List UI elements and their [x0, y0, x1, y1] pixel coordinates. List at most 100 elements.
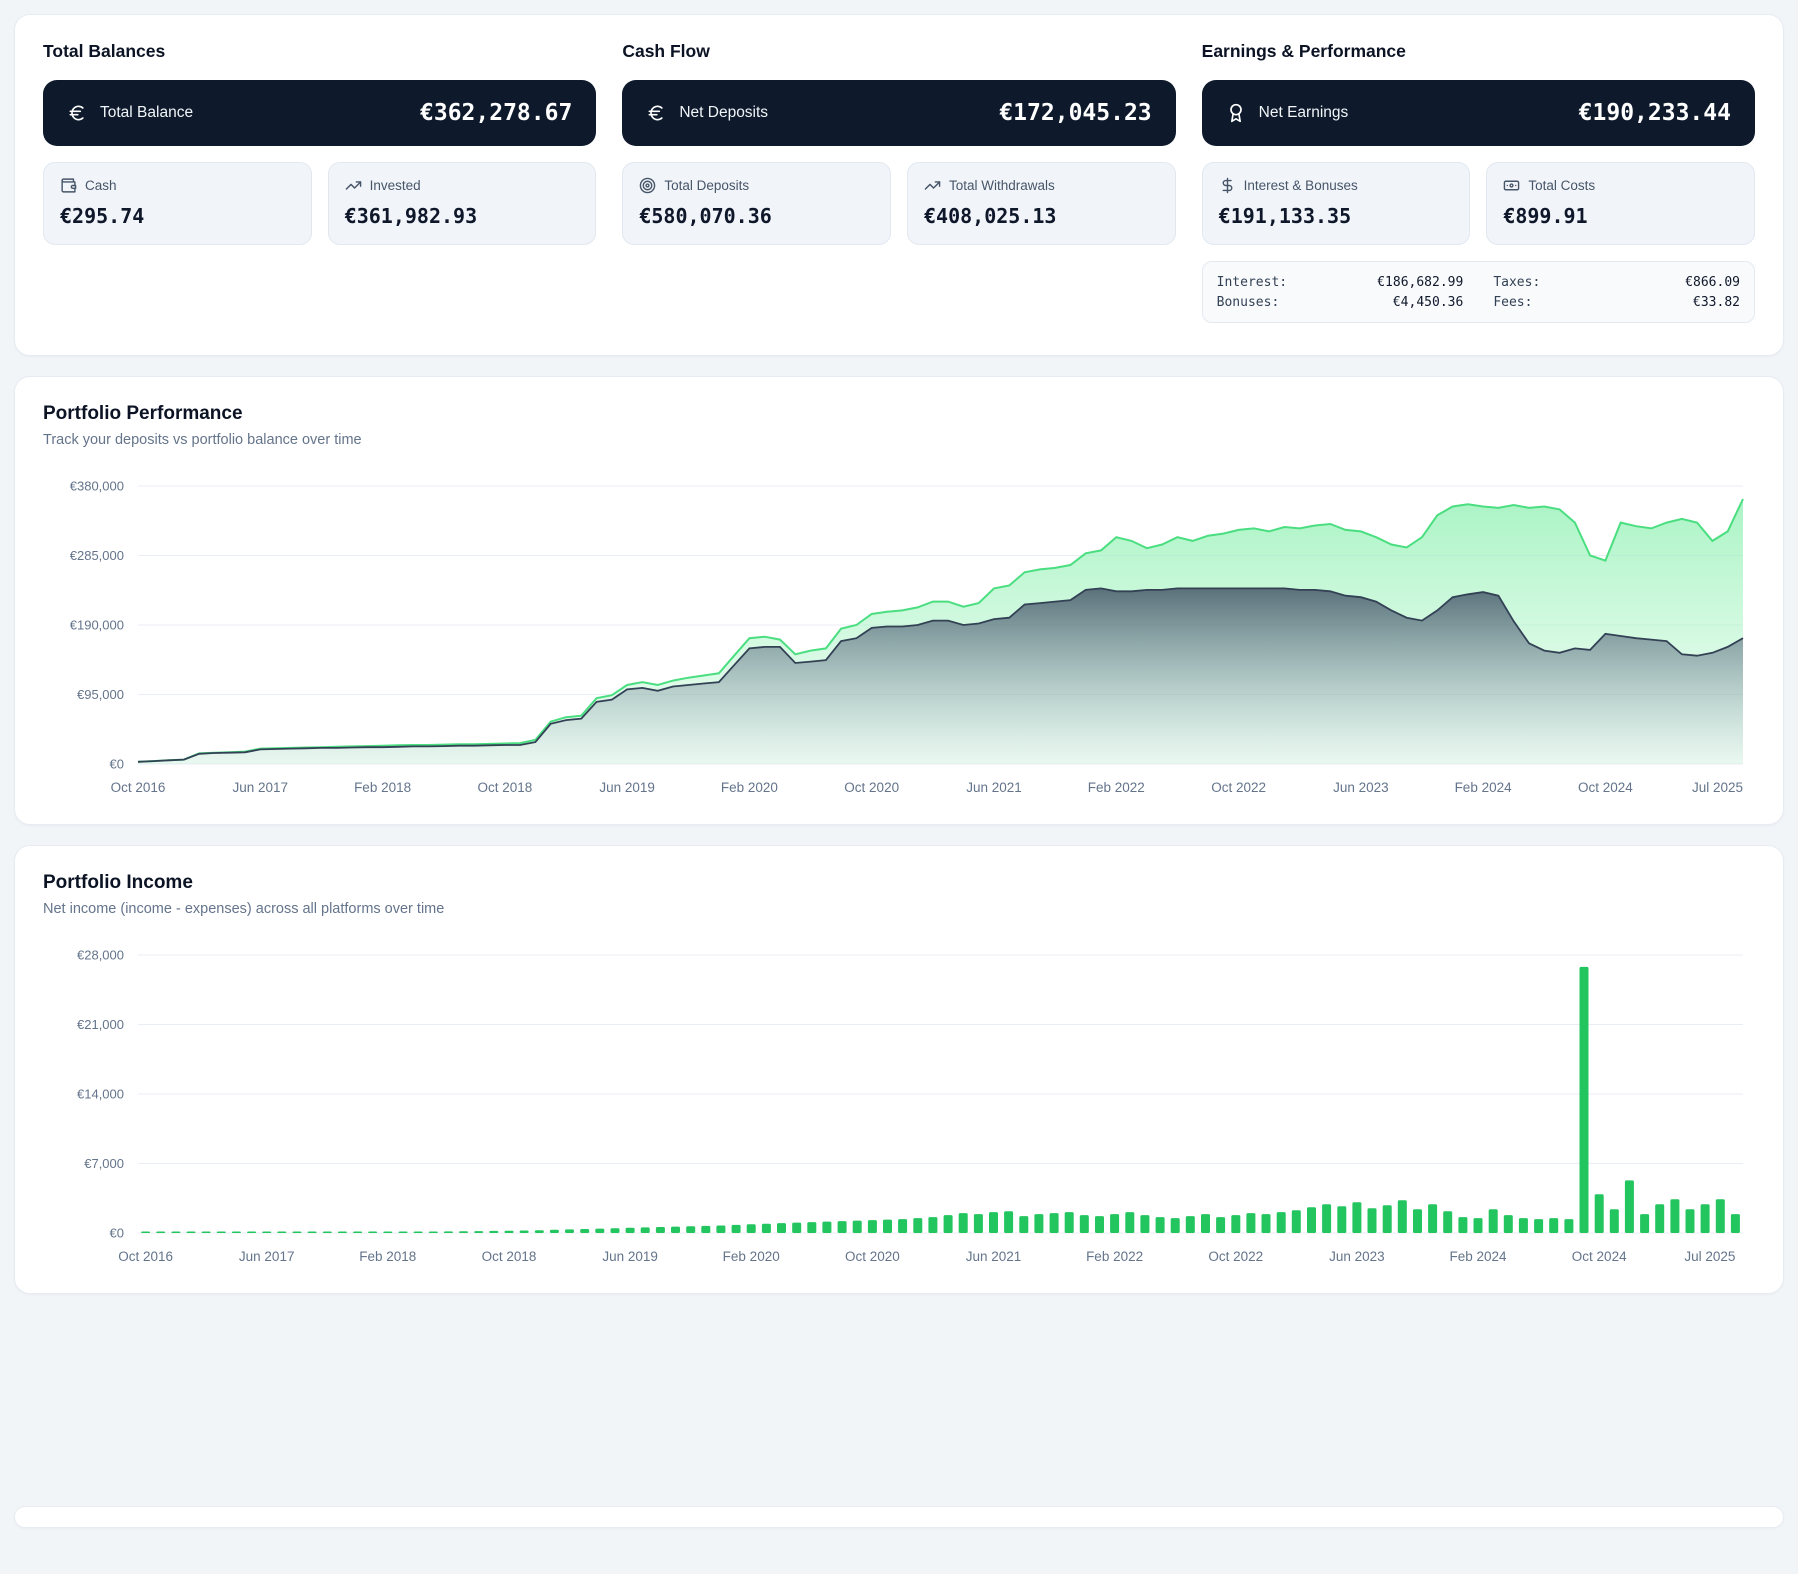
cash-flow-section: Cash Flow Net Deposits €172,045.23 Total… [622, 41, 1175, 323]
trending-up-icon [345, 177, 362, 194]
performance-area-chart: €0 €95,000 €190,000 €285,000 €380,000 Oct 201… [43, 472, 1759, 802]
breakdown-label: Fees: [1493, 295, 1532, 310]
svg-text:Jul 2025: Jul 2025 [1684, 1249, 1735, 1264]
svg-text:Oct 2024: Oct 2024 [1572, 1249, 1627, 1264]
total-balance-stat: Total Balance €362,278.67 [43, 80, 596, 146]
svg-text:Jun 2017: Jun 2017 [233, 780, 289, 795]
total-withdrawals-stat: Total Withdrawals €408,025.13 [907, 162, 1176, 245]
svg-text:€190,000: €190,000 [70, 618, 124, 633]
portfolio-income-card: Portfolio Income Net income (income - ex… [14, 845, 1784, 1294]
stat-value: €191,133.35 [1219, 204, 1454, 228]
net-deposits-stat: Net Deposits €172,045.23 [622, 80, 1175, 146]
svg-text:Feb 2020: Feb 2020 [723, 1249, 780, 1264]
euro-icon [646, 103, 666, 123]
svg-text:Feb 2024: Feb 2024 [1449, 1249, 1507, 1264]
svg-text:€95,000: €95,000 [77, 687, 124, 702]
svg-text:Feb 2018: Feb 2018 [359, 1249, 416, 1264]
svg-text:€21,000: €21,000 [77, 1017, 124, 1032]
svg-text:€0: €0 [110, 1226, 124, 1241]
svg-text:Jun 2017: Jun 2017 [239, 1249, 295, 1264]
income-bar-chart: €0 €7,000 €14,000 €21,000 €28,000 Oct 2016 Jun… [43, 941, 1759, 1271]
invested-stat: Invested €361,982.93 [328, 162, 597, 245]
portfolio-performance-card: Portfolio Performance Track your deposit… [14, 376, 1784, 825]
chart-subtitle: Track your deposits vs portfolio balance… [43, 432, 1755, 448]
breakdown-row-bonuses: Bonuses: €4,450.36 [1217, 292, 1464, 312]
breakdown-column-left: Interest: €186,682.99 Bonuses: €4,450.36 [1217, 272, 1464, 312]
breakdown-value: €4,450.36 [1393, 295, 1463, 310]
earnings-breakdown: Interest: €186,682.99 Bonuses: €4,450.36… [1202, 261, 1755, 323]
svg-text:€7,000: €7,000 [84, 1156, 124, 1171]
summary-card: Total Balances Total Balance €362,278.67… [14, 14, 1784, 356]
earnings-subcards: Interest & Bonuses €191,133.35 Total Cos… [1202, 162, 1755, 245]
section-title-earnings: Earnings & Performance [1202, 41, 1755, 62]
svg-text:Oct 2022: Oct 2022 [1211, 780, 1266, 795]
svg-text:Jun 2021: Jun 2021 [966, 780, 1022, 795]
svg-text:Jun 2019: Jun 2019 [602, 1249, 658, 1264]
svg-text:Feb 2020: Feb 2020 [721, 780, 778, 795]
breakdown-value: €866.09 [1685, 275, 1740, 290]
stat-label: Net Deposits [679, 104, 768, 122]
total-deposits-stat: Total Deposits €580,070.36 [622, 162, 891, 245]
svg-text:Feb 2024: Feb 2024 [1455, 780, 1513, 795]
svg-text:Feb 2018: Feb 2018 [354, 780, 411, 795]
earnings-performance-section: Earnings & Performance Net Earnings €190… [1202, 41, 1755, 323]
svg-text:€28,000: €28,000 [77, 948, 124, 963]
svg-text:Jun 2023: Jun 2023 [1329, 1249, 1385, 1264]
breakdown-row-taxes: Taxes: €866.09 [1493, 272, 1740, 292]
chart-title: Portfolio Performance [43, 403, 1755, 425]
banknote-icon [1503, 177, 1520, 194]
net-earnings-stat: Net Earnings €190,233.44 [1202, 80, 1755, 146]
svg-text:Jul 2025: Jul 2025 [1692, 780, 1743, 795]
svg-text:Oct 2024: Oct 2024 [1578, 780, 1633, 795]
stat-value: €408,025.13 [924, 204, 1159, 228]
breakdown-label: Interest: [1217, 275, 1287, 290]
svg-text:Oct 2018: Oct 2018 [482, 1249, 537, 1264]
svg-text:Oct 2020: Oct 2020 [845, 1249, 900, 1264]
svg-text:Oct 2018: Oct 2018 [478, 780, 533, 795]
stat-label: Total Deposits [664, 178, 749, 193]
stat-value: €899.91 [1503, 204, 1738, 228]
svg-text:Oct 2016: Oct 2016 [111, 780, 166, 795]
interest-bonuses-stat: Interest & Bonuses €191,133.35 [1202, 162, 1471, 245]
stat-label: Total Costs [1528, 178, 1595, 193]
trending-up-icon [924, 177, 941, 194]
award-icon [1226, 103, 1246, 123]
stat-label: Invested [370, 178, 421, 193]
stat-value: €580,070.36 [639, 204, 874, 228]
breakdown-label: Taxes: [1493, 275, 1540, 290]
stat-value: €362,278.67 [420, 100, 572, 126]
dollar-sign-icon [1219, 177, 1236, 194]
section-title-total-balances: Total Balances [43, 41, 596, 62]
cash-flow-subcards: Total Deposits €580,070.36 Total Withdra… [622, 162, 1175, 245]
stat-value: €295.74 [60, 204, 295, 228]
svg-text:€285,000: €285,000 [70, 548, 124, 563]
total-costs-stat: Total Costs €899.91 [1486, 162, 1755, 245]
svg-text:€14,000: €14,000 [77, 1087, 124, 1102]
breakdown-label: Bonuses: [1217, 295, 1280, 310]
svg-text:Jun 2019: Jun 2019 [599, 780, 655, 795]
chart-subtitle: Net income (income - expenses) across al… [43, 901, 1755, 917]
breakdown-value: €186,682.99 [1377, 275, 1463, 290]
wallet-icon [60, 177, 77, 194]
svg-text:Jun 2021: Jun 2021 [966, 1249, 1022, 1264]
svg-text:Oct 2020: Oct 2020 [844, 780, 899, 795]
svg-text:Oct 2022: Oct 2022 [1208, 1249, 1263, 1264]
stat-label: Interest & Bonuses [1244, 178, 1358, 193]
stat-value: €190,233.44 [1579, 100, 1731, 126]
svg-text:Oct 2016: Oct 2016 [118, 1249, 173, 1264]
svg-text:Feb 2022: Feb 2022 [1086, 1249, 1143, 1264]
breakdown-row-interest: Interest: €186,682.99 [1217, 272, 1464, 292]
svg-text:€380,000: €380,000 [70, 479, 124, 494]
target-icon [639, 177, 656, 194]
cash-stat: Cash €295.74 [43, 162, 312, 245]
dashboard-page: Total Balances Total Balance €362,278.67… [0, 0, 1798, 1542]
svg-text:€0: €0 [110, 757, 124, 772]
stat-label: Total Withdrawals [949, 178, 1055, 193]
breakdown-row-fees: Fees: €33.82 [1493, 292, 1740, 312]
section-title-cash-flow: Cash Flow [622, 41, 1175, 62]
svg-text:Jun 2023: Jun 2023 [1333, 780, 1389, 795]
stat-label: Net Earnings [1259, 104, 1349, 122]
stat-label: Total Balance [100, 104, 193, 122]
breakdown-column-right: Taxes: €866.09 Fees: €33.82 [1493, 272, 1740, 312]
chart-title: Portfolio Income [43, 872, 1755, 894]
